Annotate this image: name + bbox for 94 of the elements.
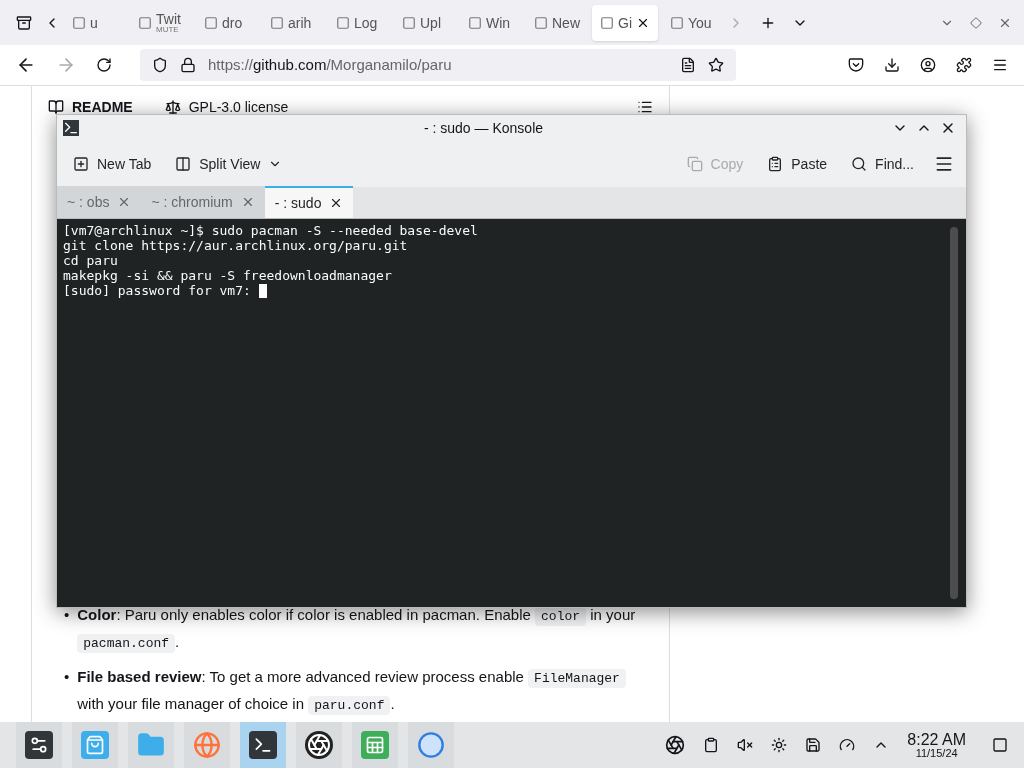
terminal-icon xyxy=(63,120,79,136)
tab-title: New xyxy=(552,15,580,30)
tab-title: You xyxy=(688,15,712,30)
extensions-icon[interactable] xyxy=(956,57,972,73)
terminal-line: git clone https://aur.archlinux.org/paru.git xyxy=(63,238,408,253)
favicon-icon xyxy=(670,15,684,30)
favicon-icon xyxy=(72,15,86,30)
toolbar-button[interactable]: Split View xyxy=(171,153,287,175)
tab-title: Gi xyxy=(618,15,632,30)
tab-title: dro xyxy=(222,15,243,30)
menu-icon[interactable] xyxy=(992,57,1008,73)
outline-icon[interactable] xyxy=(637,99,653,115)
browser-tab[interactable]: New xyxy=(526,4,588,41)
tab-title: Log xyxy=(354,15,378,30)
bookmark-star-icon[interactable] xyxy=(708,57,724,73)
circle-icon xyxy=(417,731,445,759)
tab-title: arih xyxy=(288,15,312,30)
terminal-area[interactable]: [vm7@archlinux ~]$ sudo pacman -S --needed base-devel git clone https://aur.archlinux.org/paru.git cd paru makepkg -si && paru -S freedownloadmanager [sudo] password for vm7: xyxy=(57,219,966,607)
terminal-line: [vm7@archlinux ~]$ sudo pacman -S --needed base-devel xyxy=(63,223,478,238)
gauge-icon[interactable] xyxy=(839,737,856,753)
settings-icon xyxy=(25,731,53,759)
globe-icon xyxy=(193,731,221,759)
favicon-icon xyxy=(402,15,416,30)
clock-date[interactable]: 11/15/24 xyxy=(915,747,958,759)
scrollbar-track[interactable] xyxy=(950,227,958,599)
menu-icon[interactable] xyxy=(934,154,954,174)
clock-time[interactable]: 8:22 AM xyxy=(907,731,966,748)
browser-tab[interactable]: u xyxy=(64,4,126,41)
spreadsheet-icon xyxy=(361,731,389,759)
favicon-icon xyxy=(534,15,548,30)
url-text: https://github.com/Morganamilo/paru xyxy=(208,54,453,75)
cursor-block xyxy=(258,283,267,298)
favicon-icon xyxy=(600,15,614,30)
taskbar-app[interactable] xyxy=(16,722,62,768)
bullet-text: File based review: To get a more advanced review process enable FileManager with your file manager of choice in paru.conf . xyxy=(77,664,645,718)
muted-speaker-icon[interactable] xyxy=(737,737,754,753)
show-desktop-icon[interactable] xyxy=(992,737,1008,753)
shield-icon xyxy=(152,57,168,73)
clipboard-icon xyxy=(767,156,784,172)
terminal-line: cd paru xyxy=(63,253,118,268)
reader-view-icon[interactable] xyxy=(680,57,696,73)
favicon-icon xyxy=(336,15,350,30)
copy-icon xyxy=(686,156,703,172)
taskbar-app[interactable] xyxy=(240,722,286,768)
license-tab[interactable]: GPL-3.0 license xyxy=(188,96,289,118)
reload-icon[interactable] xyxy=(96,57,112,73)
new-tab-icon xyxy=(73,156,89,172)
folder-icon xyxy=(137,731,165,759)
terminal-tab[interactable]: ~ : chromium xyxy=(141,186,265,218)
bag-icon xyxy=(81,731,109,759)
tab-title: Twit xyxy=(156,11,181,26)
account-icon[interactable] xyxy=(920,57,936,73)
readme-tab[interactable]: README xyxy=(72,96,133,118)
toolbar-button[interactable]: New Tab xyxy=(69,153,156,175)
taskbar-app[interactable] xyxy=(296,722,342,768)
browser-tab[interactable]: Log xyxy=(328,4,390,41)
favicon-icon xyxy=(468,15,482,30)
scale-icon xyxy=(164,99,181,115)
terminal-line: makepkg -si && paru -S freedownloadmanager xyxy=(63,268,392,283)
browser-tab[interactable]: Win xyxy=(460,4,522,41)
book-icon xyxy=(48,99,64,115)
search-icon xyxy=(851,156,868,172)
toolbar-button[interactable]: Find... xyxy=(847,153,918,175)
browser-tab[interactable]: Gi xyxy=(592,4,658,41)
columns-icon xyxy=(175,156,192,172)
browser-tab[interactable]: Twit MUTE xyxy=(130,4,192,41)
tab-list-icon[interactable] xyxy=(16,14,32,31)
bullet-marker: • xyxy=(64,605,70,625)
terminal-tab[interactable]: - : sudo xyxy=(264,186,354,218)
browser-tab[interactable]: dro xyxy=(196,4,258,41)
pocket-icon[interactable] xyxy=(848,57,864,73)
tab-muted-label: MUTE xyxy=(156,25,180,34)
address-field[interactable]: https://github.com/Morganamilo/paru xyxy=(140,49,736,81)
favicon-icon xyxy=(270,15,284,30)
toolbar-button[interactable]: Paste xyxy=(763,153,832,175)
tab-title: Win xyxy=(486,15,511,30)
tab-title: u xyxy=(90,15,98,30)
terminal-icon xyxy=(249,731,277,759)
favicon-icon xyxy=(204,15,218,30)
browser-tab[interactable]: arih xyxy=(262,4,324,41)
tab-title: Upl xyxy=(420,15,441,30)
download-icon[interactable] xyxy=(884,57,900,73)
brightness-icon[interactable] xyxy=(771,737,788,753)
browser-tab[interactable]: Upl xyxy=(394,4,456,41)
terminal-line: [sudo] password for vm7: xyxy=(63,283,252,298)
browser-tab[interactable]: You xyxy=(662,4,724,41)
aperture-icon xyxy=(305,731,333,759)
clipboard-icon[interactable] xyxy=(703,737,720,753)
aperture-icon[interactable] xyxy=(665,735,686,755)
favicon-icon xyxy=(138,15,152,30)
window-title: - : sudo — Konsole xyxy=(422,118,545,138)
lock-icon xyxy=(180,57,196,73)
terminal-tab[interactable]: ~ : obs xyxy=(57,186,142,218)
bullet-marker: • xyxy=(64,667,70,687)
